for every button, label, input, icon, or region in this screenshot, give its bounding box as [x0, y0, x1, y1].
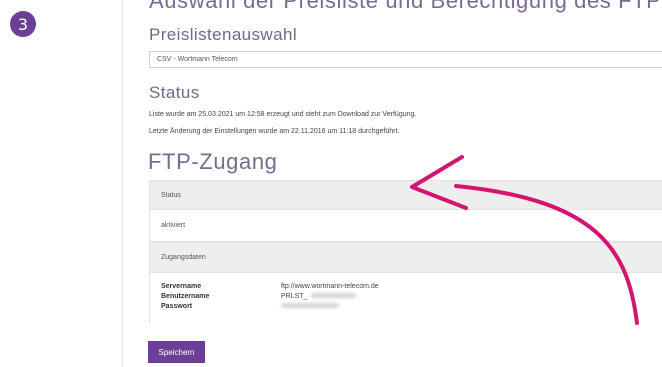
- status-line-last-change: Letzte Änderung der Einstellungen wurde …: [149, 128, 400, 135]
- settings-panel: Auswahl der Preisliste und Berechtigung …: [122, 0, 662, 367]
- step-number-badge: 3: [10, 11, 36, 37]
- pricelist-select[interactable]: CSV - Wortmann Telecom: [149, 51, 662, 68]
- credential-label: Passwort: [161, 302, 193, 310]
- ftp-status-value: aktiviert: [161, 222, 186, 229]
- redacted-password: [281, 302, 339, 308]
- credential-value: ftp://www.wortmann-telecom.de: [281, 282, 379, 290]
- credential-row-username: Benutzername PRLST_: [161, 291, 662, 301]
- credential-value: [281, 302, 339, 310]
- pricelist-section-title: Preislistenauswahl: [149, 25, 297, 44]
- credential-row-password: Passwort: [161, 301, 662, 311]
- credential-row-servername: Servername ftp://www.wortmann-telecom.de: [161, 281, 662, 291]
- ftp-credentials-header: Zugangsdaten: [150, 243, 662, 273]
- ftp-section-title: FTP-Zugang: [148, 149, 278, 174]
- credential-label: Benutzername: [161, 292, 210, 300]
- status-section-title: Status: [149, 83, 200, 102]
- save-button[interactable]: Speichern: [148, 341, 205, 363]
- redacted-username: [311, 292, 357, 298]
- ftp-credentials-block: Zugangsdaten Servername ftp://www.wortma…: [149, 242, 662, 323]
- page-heading: Auswahl der Preisliste und Berechtigung …: [149, 0, 662, 13]
- credential-value: PRLST_: [281, 292, 357, 300]
- credential-label: Servername: [161, 282, 202, 290]
- status-line-generated: Liste wurde am 25.03.2021 um 12:58 erzeu…: [149, 111, 417, 118]
- ftp-status-header: Status: [150, 181, 662, 210]
- ftp-status-block: Status aktiviert: [149, 180, 662, 242]
- pricelist-selected-value: CSV - Wortmann Telecom: [157, 56, 238, 63]
